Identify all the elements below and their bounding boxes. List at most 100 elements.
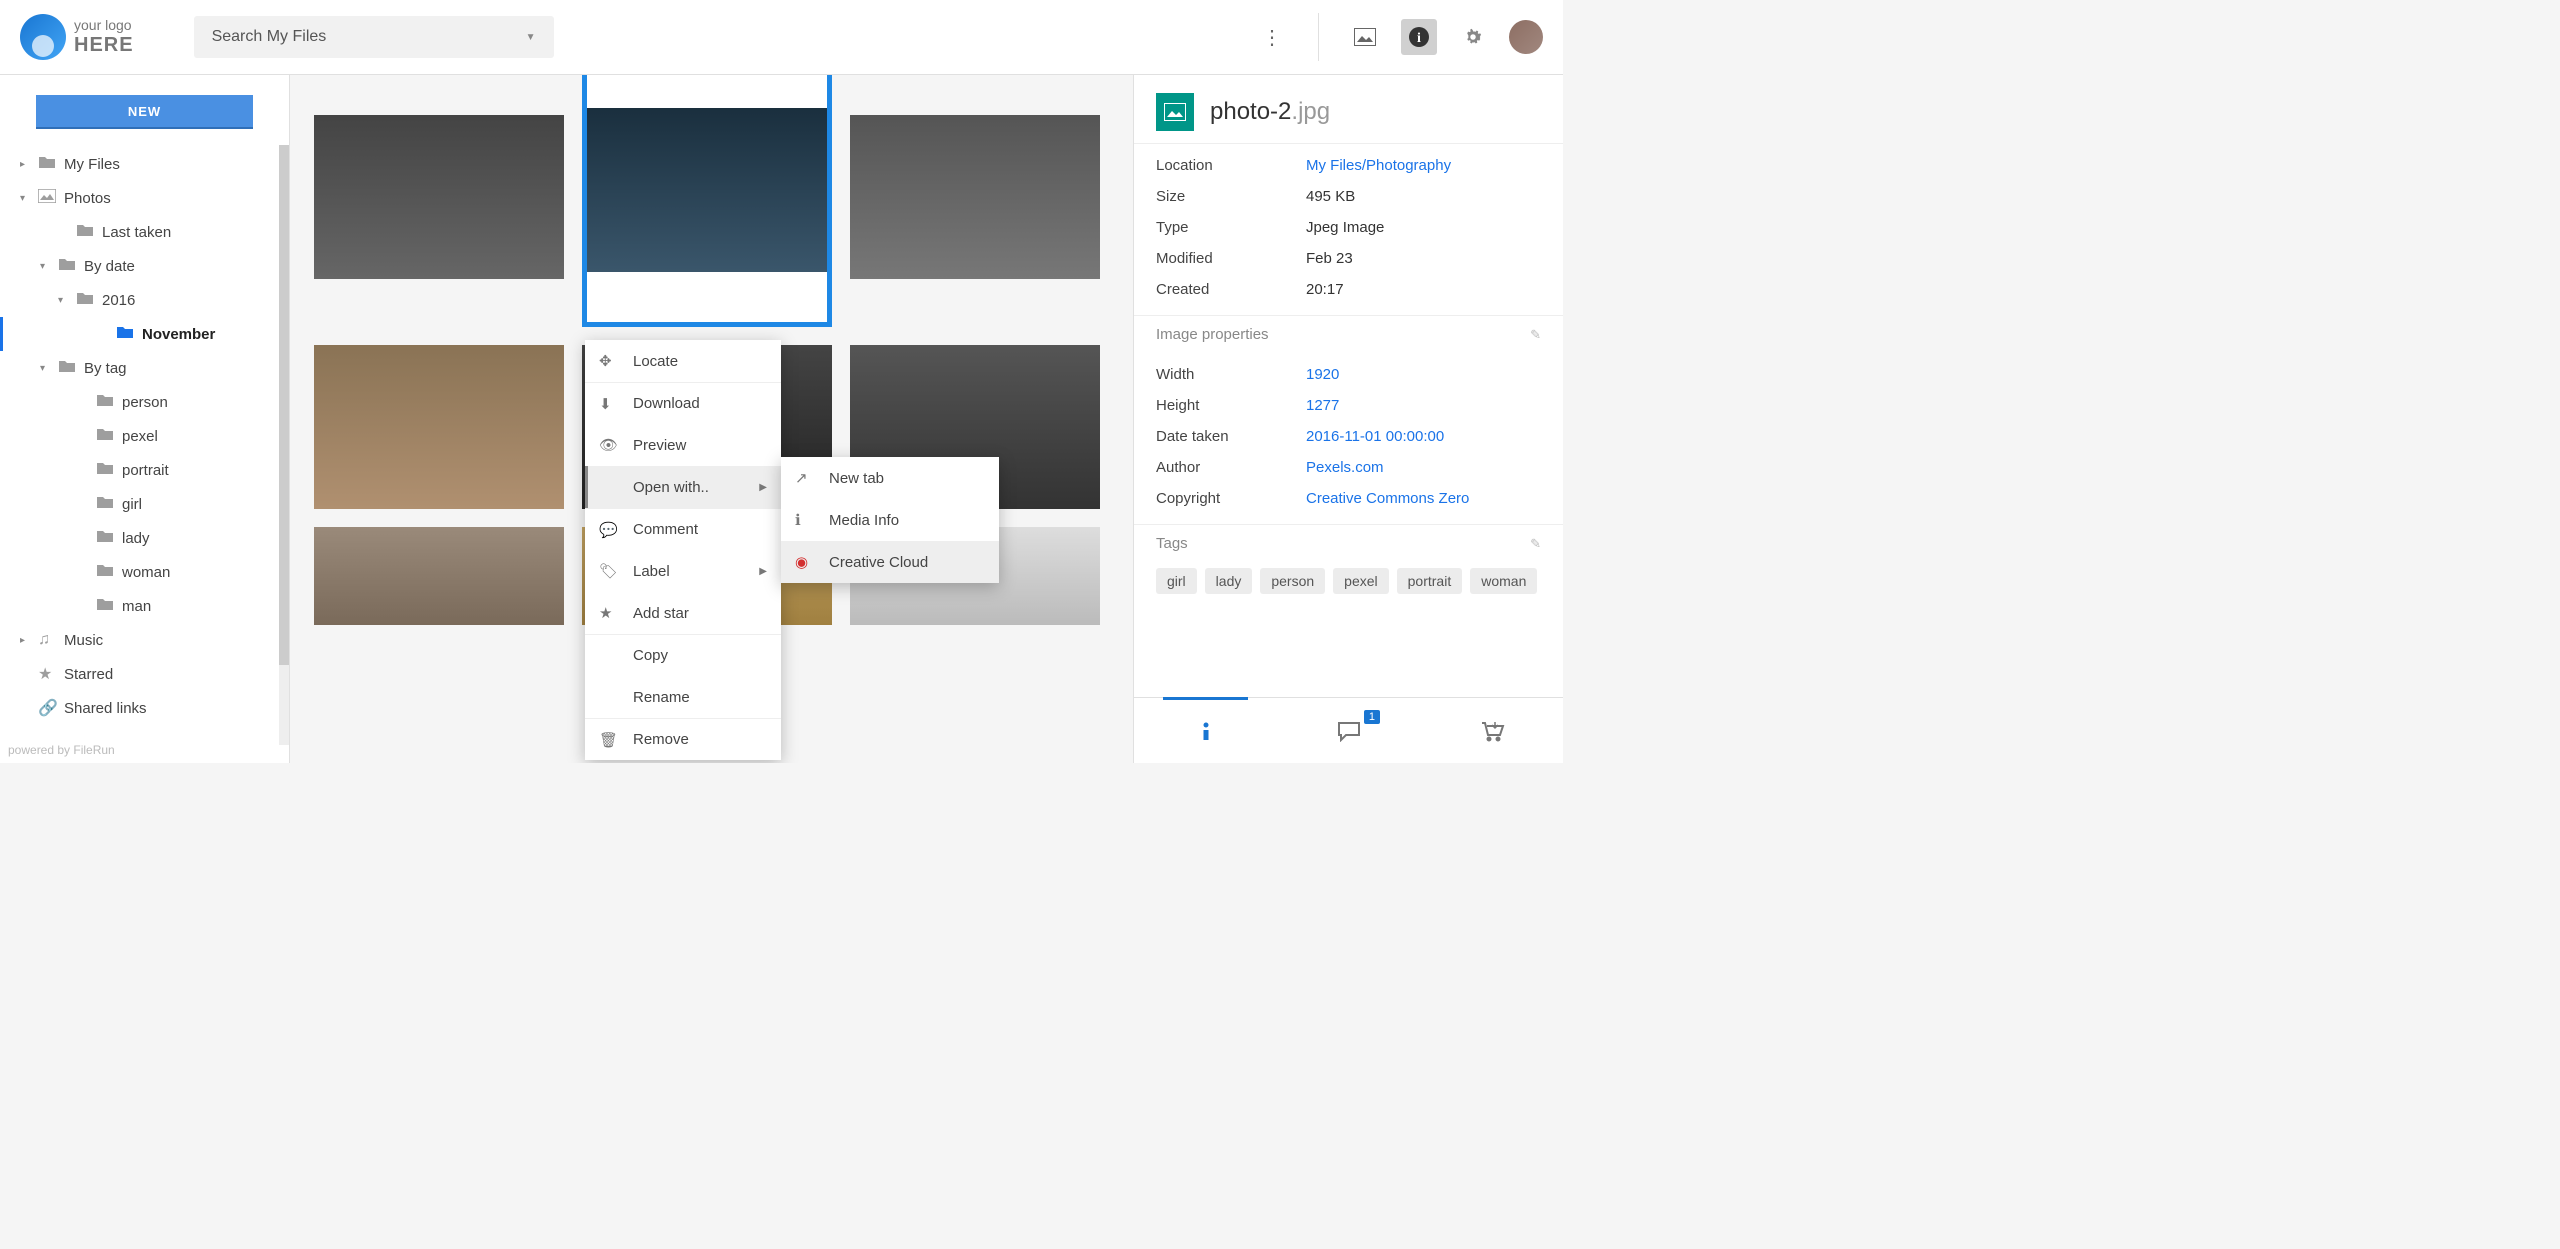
tag-portrait[interactable]: portrait [1397, 568, 1463, 594]
tree-item-label: girl [122, 496, 142, 513]
folder-icon [96, 563, 116, 582]
detail-value: Jpeg Image [1306, 219, 1384, 236]
folder-icon [96, 461, 116, 480]
tree-item-by-date[interactable]: ▾ By date [0, 249, 289, 283]
ctx-label: Media Info [829, 512, 899, 529]
file-thumb[interactable] [314, 115, 564, 279]
expand-icon[interactable]: ▸ [20, 635, 32, 646]
logo-icon [20, 14, 66, 60]
tree-item-lady[interactable]: lady [0, 521, 289, 555]
folder-icon [116, 325, 136, 344]
folder-icon [38, 155, 58, 174]
file-thumb-selected[interactable] [582, 75, 832, 327]
tree-item-man[interactable]: man [0, 589, 289, 623]
tree-item-shared-links[interactable]: 🔗Shared links [0, 691, 289, 725]
tab-comments[interactable]: 1 [1277, 698, 1420, 763]
chevron-down-icon[interactable]: ▼ [526, 32, 536, 43]
tree-item-label: My Files [64, 156, 120, 173]
search-input[interactable]: Search My Files ▼ [194, 16, 554, 58]
detail-value[interactable]: 1277 [1306, 397, 1339, 414]
ctx-icon: ★ [599, 604, 617, 622]
image-view-icon[interactable] [1347, 19, 1383, 55]
ctx-open-with-[interactable]: Open with..▶ [585, 466, 781, 508]
detail-key: Height [1156, 397, 1306, 414]
file-thumb[interactable] [850, 115, 1100, 279]
detail-key: Location [1156, 157, 1306, 174]
ctx-sub-media-info[interactable]: ℹ Media Info [781, 499, 999, 541]
detail-value[interactable]: 1920 [1306, 366, 1339, 383]
detail-key: Size [1156, 188, 1306, 205]
expand-icon[interactable]: ▾ [58, 295, 70, 306]
settings-icon[interactable] [1455, 19, 1491, 55]
tab-cart[interactable] [1420, 698, 1563, 763]
folder-icon [96, 597, 116, 616]
tag-woman[interactable]: woman [1470, 568, 1537, 594]
ctx-rename[interactable]: Rename [585, 676, 781, 718]
tree-item-last-taken[interactable]: Last taken [0, 215, 289, 249]
file-title: photo-2.jpg [1210, 98, 1330, 126]
tree-item-portrait[interactable]: portrait [0, 453, 289, 487]
avatar[interactable] [1509, 20, 1543, 54]
scrollbar-thumb[interactable] [279, 145, 289, 665]
ctx-comment[interactable]: 💬Comment [585, 508, 781, 550]
tags-list: girl lady person pexel portrait woman [1134, 562, 1563, 608]
tree-item-my-files[interactable]: ▸ My Files [0, 147, 289, 181]
detail-value[interactable]: My Files/Photography [1306, 157, 1451, 174]
file-thumb[interactable] [314, 345, 564, 509]
edit-icon[interactable]: ✎ [1530, 327, 1541, 343]
ctx-locate[interactable]: ✥Locate [585, 340, 781, 382]
tree-item-label: Starred [64, 666, 113, 683]
tree-item-person[interactable]: person [0, 385, 289, 419]
detail-row: Date taken2016-11-01 00:00:00 [1156, 421, 1541, 452]
tree-item-by-tag[interactable]: ▾By tag [0, 351, 289, 385]
chevron-right-icon: ▶ [759, 482, 767, 493]
tree-item-label: person [122, 394, 168, 411]
tree-item-starred[interactable]: ★Starred [0, 657, 289, 691]
expand-icon[interactable]: ▾ [40, 363, 52, 374]
detail-value[interactable]: Creative Commons Zero [1306, 490, 1469, 507]
edit-icon[interactable]: ✎ [1530, 536, 1541, 552]
ctx-label[interactable]: 🏷Label▶ [585, 550, 781, 592]
section-header-tags: Tags ✎ [1134, 524, 1563, 562]
ctx-icon: ℹ [795, 511, 813, 529]
info-icon[interactable]: i [1401, 19, 1437, 55]
more-vert-icon[interactable]: ⋮ [1254, 19, 1290, 55]
detail-value[interactable]: Pexels.com [1306, 459, 1384, 476]
tree-item-girl[interactable]: girl [0, 487, 289, 521]
expand-icon[interactable]: ▸ [20, 159, 32, 170]
detail-value[interactable]: 2016-11-01 00:00:00 [1306, 428, 1444, 445]
tree-item-woman[interactable]: woman [0, 555, 289, 589]
ctx-add-star[interactable]: ★Add star [585, 592, 781, 634]
tree-item-pexel[interactable]: pexel [0, 419, 289, 453]
tree-item-label: By date [84, 258, 135, 275]
ctx-sub-creative-cloud[interactable]: ◉Creative Cloud [781, 541, 999, 583]
logo-text-2: HERE [74, 34, 134, 56]
new-button[interactable]: NEW [36, 95, 253, 129]
ctx-preview[interactable]: 👁Preview [585, 424, 781, 466]
ctx-sub-new-tab[interactable]: ↗New tab [781, 457, 999, 499]
ctx-label: Label [633, 563, 670, 580]
tag-person[interactable]: person [1260, 568, 1325, 594]
folder-icon [96, 393, 116, 412]
header: your logo HERE Search My Files ▼ ⋮ i [0, 0, 1563, 75]
file-basename: photo-2 [1210, 98, 1291, 125]
expand-icon[interactable]: ▾ [20, 193, 32, 204]
tab-info[interactable] [1134, 698, 1277, 763]
folder-icon [96, 529, 116, 548]
ctx-copy[interactable]: Copy [585, 634, 781, 676]
ctx-download[interactable]: ⬇Download [585, 382, 781, 424]
detail-row: LocationMy Files/Photography [1156, 150, 1541, 181]
tree-item-2016[interactable]: ▾2016 [0, 283, 289, 317]
tree-item-music[interactable]: ▸♫Music [0, 623, 289, 657]
tag-lady[interactable]: lady [1205, 568, 1253, 594]
expand-icon[interactable]: ▾ [40, 261, 52, 272]
ctx-remove[interactable]: 🗑Remove [585, 718, 781, 760]
tree-item-november[interactable]: November [0, 317, 289, 351]
logo[interactable]: your logo HERE [20, 14, 134, 60]
tag-pexel[interactable]: pexel [1333, 568, 1388, 594]
tree-item-photos[interactable]: ▾Photos [0, 181, 289, 215]
tag-girl[interactable]: girl [1156, 568, 1197, 594]
detail-key: Date taken [1156, 428, 1306, 445]
detail-value: Feb 23 [1306, 250, 1353, 267]
file-thumb[interactable] [314, 527, 564, 625]
